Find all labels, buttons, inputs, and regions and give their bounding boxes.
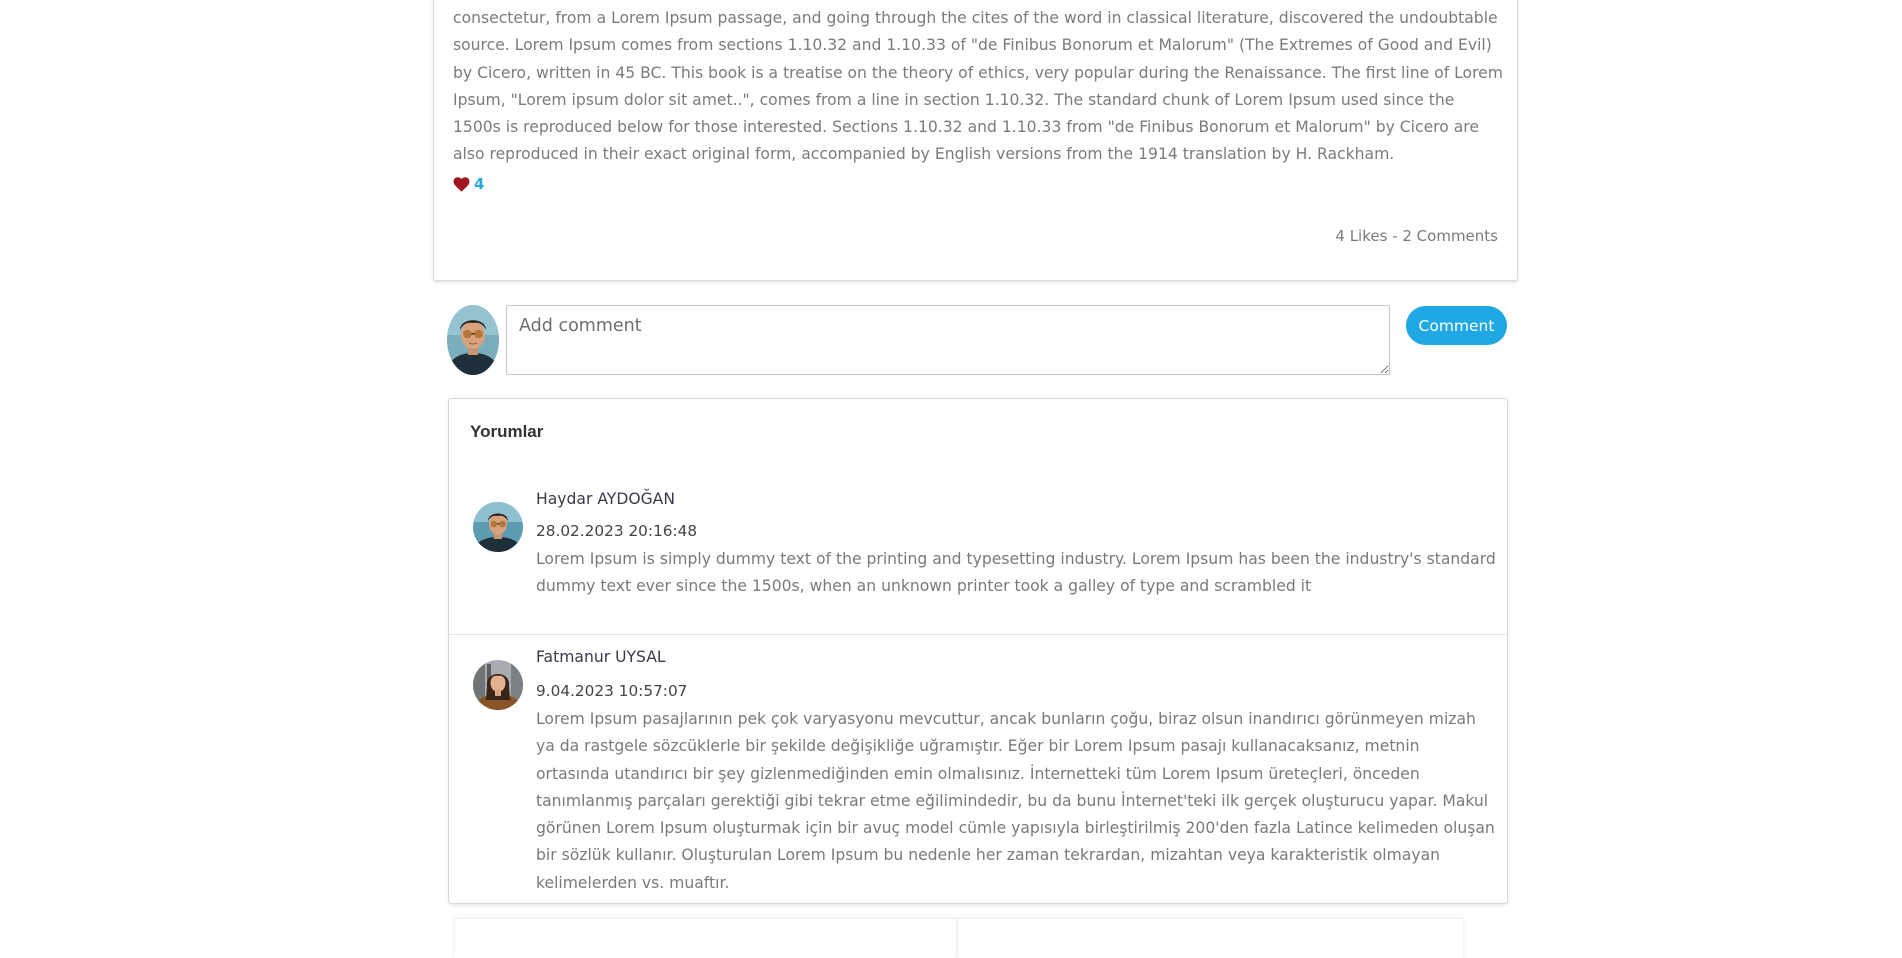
comment-item: Fatmanur UYSAL 9.04.2023 10:57:07 Lorem … xyxy=(449,636,1507,904)
related-card xyxy=(958,918,1463,958)
comment-text: Lorem Ipsum is simply dummy text of the … xyxy=(536,550,1496,596)
heart-icon[interactable] xyxy=(453,176,470,192)
comment-author: Haydar AYDOĞAN xyxy=(536,490,676,508)
post-body: consectetur, from a Lorem Ipsum passage,… xyxy=(453,9,1503,164)
comment-date: 9.04.2023 10:57:07 xyxy=(536,682,688,700)
current-user-avatar xyxy=(447,305,499,375)
comments-title: Yorumlar xyxy=(470,422,544,441)
comments-card: Yorumlar Haydar AYDOĞAN 28.02.2023 20:16… xyxy=(448,398,1508,904)
comment-author: Fatmanur UYSAL xyxy=(536,648,666,666)
commenter-avatar xyxy=(473,502,523,552)
comment-item: Haydar AYDOĞAN 28.02.2023 20:16:48 Lorem… xyxy=(449,485,1507,635)
comment-input[interactable] xyxy=(506,305,1390,375)
avatar-man-photo xyxy=(473,502,523,552)
comment-button[interactable]: Comment xyxy=(1406,306,1507,345)
like-count: 4 xyxy=(474,175,485,193)
avatar-man-photo xyxy=(447,305,499,375)
comment-text: Lorem Ipsum pasajlarının pek çok varyasy… xyxy=(536,710,1495,892)
post-card: consectetur, from a Lorem Ipsum passage,… xyxy=(433,0,1518,281)
post-stats: 4 Likes - 2 Comments xyxy=(1335,227,1498,245)
avatar-woman-photo xyxy=(473,660,523,710)
related-card xyxy=(455,918,957,958)
comment-date: 28.02.2023 20:16:48 xyxy=(536,522,698,540)
like-row[interactable]: 4 xyxy=(453,174,484,194)
commenter-avatar xyxy=(473,660,523,710)
